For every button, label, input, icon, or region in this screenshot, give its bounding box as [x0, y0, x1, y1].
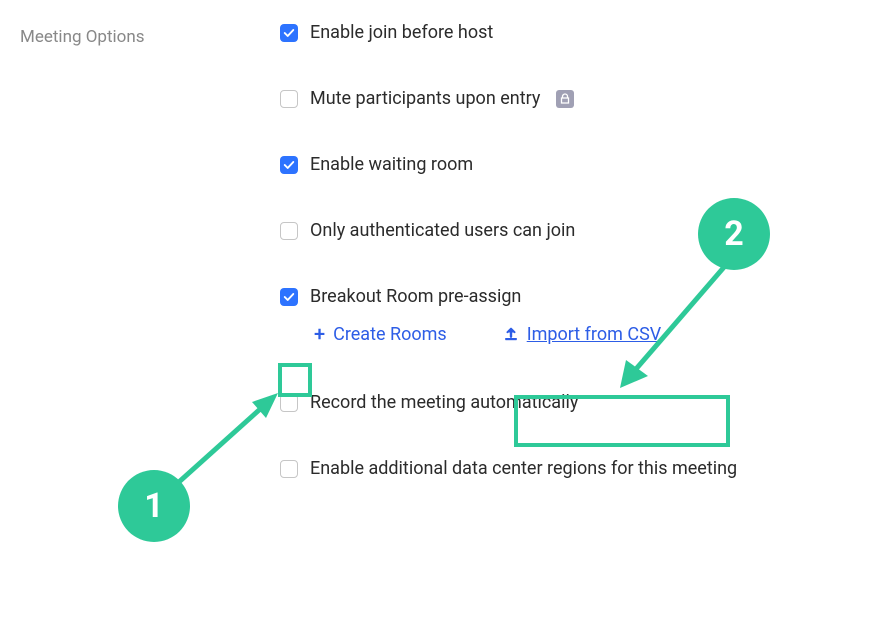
option-label: Only authenticated users can join	[310, 222, 575, 240]
checkbox-waiting-room[interactable]	[280, 156, 298, 174]
option-label: Breakout Room pre-assign	[310, 288, 521, 306]
checkbox-breakout-preassign[interactable]	[280, 288, 298, 306]
option-auth-users-only: Only authenticated users can join	[280, 222, 861, 240]
upload-icon	[503, 326, 519, 342]
option-waiting-room: Enable waiting room	[280, 156, 861, 174]
check-icon	[283, 159, 295, 171]
checkbox-mute-on-entry[interactable]	[280, 90, 298, 108]
option-enable-join-before-host: Enable join before host	[280, 24, 861, 42]
create-rooms-label: Create Rooms	[333, 324, 447, 345]
option-label: Enable join before host	[310, 24, 493, 42]
option-label: Mute participants upon entry	[310, 90, 540, 108]
section-title: Meeting Options	[20, 24, 280, 478]
option-record-auto: Record the meeting automatically	[280, 394, 861, 412]
option-breakout-preassign: Breakout Room pre-assign + Create Rooms …	[280, 288, 861, 346]
option-label: Enable additional data center regions fo…	[310, 460, 737, 478]
meeting-options-list: Enable join before host Mute participant…	[280, 24, 861, 478]
option-label: Record the meeting automatically	[310, 394, 578, 412]
checkbox-record-auto[interactable]	[280, 394, 298, 412]
option-mute-on-entry: Mute participants upon entry	[280, 90, 861, 108]
breakout-actions: + Create Rooms Import from CSV	[280, 316, 861, 346]
locked-icon	[556, 90, 574, 108]
checkbox-enable-join-before-host[interactable]	[280, 24, 298, 42]
option-label: Enable waiting room	[310, 156, 473, 174]
checkbox-auth-users-only[interactable]	[280, 222, 298, 240]
check-icon	[283, 27, 295, 39]
checkbox-data-center-regions[interactable]	[280, 460, 298, 478]
plus-icon: +	[314, 322, 325, 346]
check-icon	[283, 291, 295, 303]
create-rooms-link[interactable]: + Create Rooms	[314, 322, 447, 346]
import-csv-label: Import from CSV	[527, 324, 662, 345]
option-data-center-regions: Enable additional data center regions fo…	[280, 460, 861, 478]
import-csv-link[interactable]: Import from CSV	[503, 324, 662, 345]
